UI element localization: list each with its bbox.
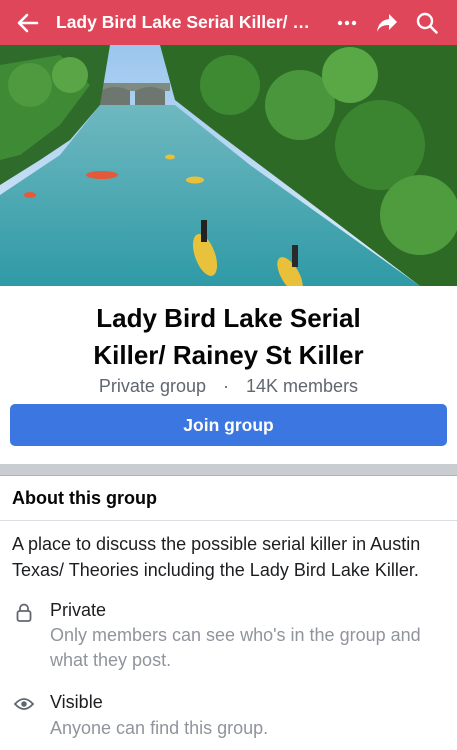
more-dots-icon bbox=[337, 20, 357, 25]
share-icon bbox=[377, 13, 397, 32]
section-divider bbox=[0, 464, 457, 476]
about-heading: About this group bbox=[0, 476, 457, 521]
header-actions bbox=[327, 0, 457, 45]
visibility-subtitle: Anyone can find this group. bbox=[50, 718, 269, 738]
group-meta: Private group · 14K members bbox=[0, 376, 457, 397]
eye-icon bbox=[13, 693, 35, 715]
cover-photo[interactable] bbox=[0, 45, 457, 286]
privacy-title: Private bbox=[50, 600, 107, 620]
arrow-left-icon bbox=[17, 13, 39, 32]
more-button[interactable] bbox=[327, 0, 367, 45]
meta-separator: · bbox=[223, 376, 229, 396]
lock-icon bbox=[13, 601, 35, 623]
privacy-label: Private group bbox=[98, 376, 206, 396]
share-button[interactable] bbox=[367, 0, 407, 45]
search-button[interactable] bbox=[407, 0, 447, 45]
group-description: A place to discuss the possible serial k… bbox=[12, 534, 421, 580]
member-count[interactable]: 14K members bbox=[246, 376, 358, 396]
group-name-line-1: Lady Bird Lake Serial bbox=[96, 303, 361, 333]
search-icon bbox=[416, 12, 438, 34]
top-bar: Lady Bird Lake Serial Killer/ Rainey St … bbox=[0, 0, 457, 45]
join-group-button[interactable]: Join group bbox=[10, 404, 447, 446]
group-name: Lady Bird Lake Serial Killer/ Rainey St … bbox=[0, 300, 457, 374]
privacy-subtitle: Only members can see who's in the group … bbox=[50, 625, 421, 670]
visibility-title: Visible bbox=[50, 692, 103, 712]
back-button[interactable] bbox=[0, 0, 56, 45]
group-name-line-2: Killer/ Rainey St Killer bbox=[93, 340, 364, 370]
page-title: Lady Bird Lake Serial Killer/ Rainey St … bbox=[56, 12, 318, 32]
